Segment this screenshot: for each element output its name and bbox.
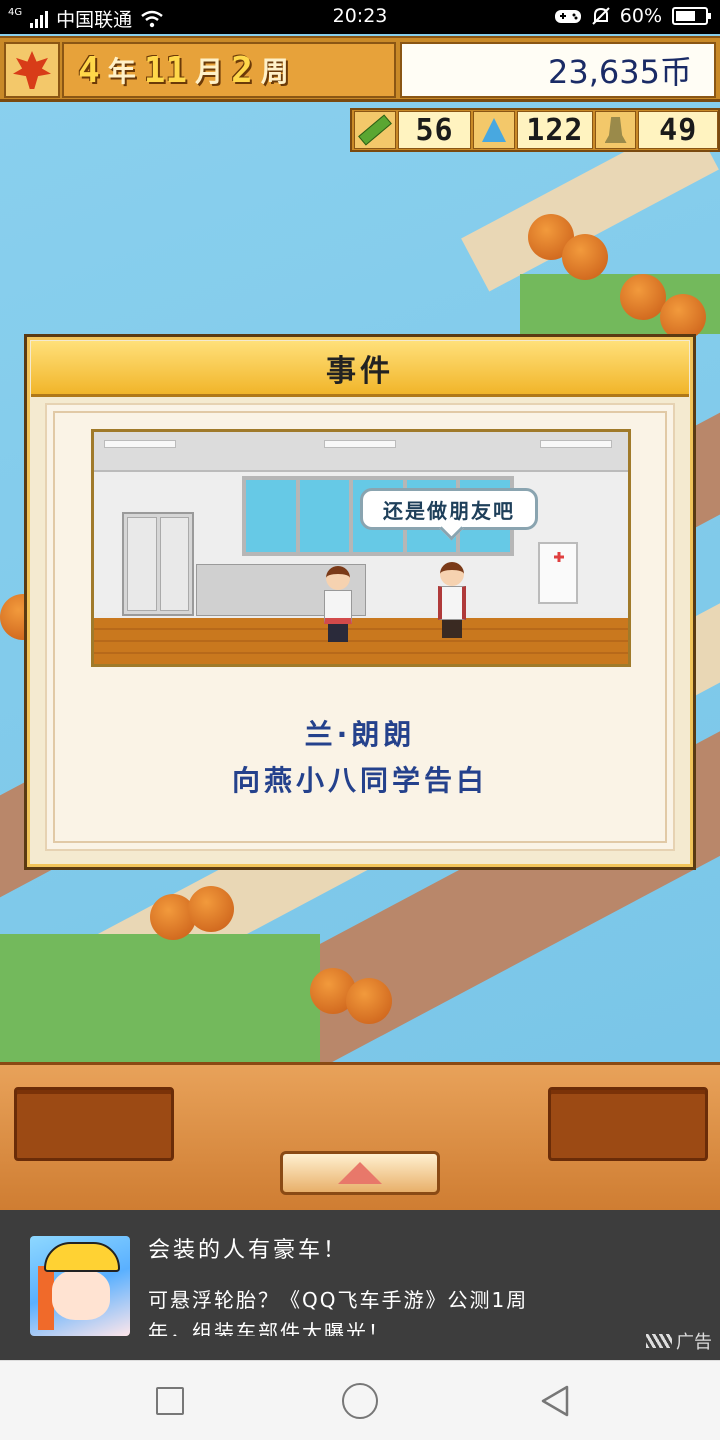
dialog-title: 事件 <box>31 341 689 397</box>
event-character-name: 兰·朗朗 <box>304 718 416 751</box>
money-display: 23,635币 <box>400 42 716 98</box>
wood-floor <box>94 618 628 664</box>
back-triangle-icon[interactable] <box>540 1385 570 1417</box>
stats-bar: 56 122 49 <box>350 108 720 152</box>
expand-menu-button[interactable] <box>280 1151 440 1195</box>
flask-icon <box>473 111 516 149</box>
maple-leaf-icon <box>13 51 51 89</box>
season-badge[interactable] <box>4 42 60 98</box>
stat-flask-value: 122 <box>517 111 593 149</box>
square-icon[interactable] <box>156 1387 184 1415</box>
boy-character <box>434 562 470 640</box>
speech-bubble: 还是做朋友吧 <box>360 488 538 530</box>
right-menu-slot[interactable] <box>548 1087 708 1161</box>
bell-off-icon <box>592 7 610 25</box>
ad-banner[interactable]: 会装的人有豪车！ 可悬浮轮胎？《QQ飞车手游》公测1周年，组装车部件大曝光！ 广… <box>0 1210 720 1360</box>
month-unit: 月 <box>195 55 224 88</box>
ad-logo-icon <box>646 1334 672 1348</box>
status-bar: 4G 中国联通 20:23 60% <box>0 0 720 34</box>
left-menu-slot[interactable] <box>14 1087 174 1161</box>
ad-label-text: 广告 <box>676 1332 712 1353</box>
week-unit: 周 <box>260 55 289 88</box>
autumn-tree <box>188 886 234 932</box>
ad-image[interactable] <box>30 1236 130 1336</box>
top-hud: 4 年 11 月 2 周 23,635币 <box>0 36 720 102</box>
girl-character <box>320 566 356 644</box>
bell-icon <box>594 111 637 149</box>
battery-percent: 60% <box>619 5 662 27</box>
week-number: 2 <box>231 49 253 91</box>
up-arrow-icon <box>338 1162 382 1184</box>
home-circle-icon[interactable] <box>342 1383 378 1419</box>
ad-label: 广告 <box>646 1328 712 1354</box>
year-unit: 年 <box>107 55 136 88</box>
ad-text[interactable]: 可悬浮轮胎？《QQ飞车手游》公测1周年，组装车部件大曝光！ <box>148 1284 548 1336</box>
stat-bell-value: 49 <box>638 111 718 149</box>
first-aid-cabinet <box>538 542 578 604</box>
ad-title[interactable]: 会装的人有豪车！ <box>148 1232 348 1264</box>
month-number: 11 <box>143 49 188 91</box>
stat-pencil-value: 56 <box>397 111 472 149</box>
gamepad-icon <box>554 10 581 23</box>
event-illustration: 还是做朋友吧 <box>91 429 631 667</box>
date-display: 4 年 11 月 2 周 <box>62 42 396 98</box>
navigation-bar <box>0 1360 720 1440</box>
event-dialog[interactable]: 事件 还是做朋友吧 兰·朗朗 向燕小八同学告白 <box>24 334 696 870</box>
autumn-tree <box>620 274 666 320</box>
event-description: 向燕小八同学告白 <box>231 764 488 797</box>
ceiling <box>94 432 628 472</box>
bottom-menu-panel <box>0 1062 720 1210</box>
pencil-icon <box>354 111 396 149</box>
autumn-tree <box>562 234 608 280</box>
locker <box>122 512 194 616</box>
battery-icon <box>672 7 711 25</box>
autumn-tree <box>346 978 392 1024</box>
year-number: 4 <box>78 49 100 91</box>
